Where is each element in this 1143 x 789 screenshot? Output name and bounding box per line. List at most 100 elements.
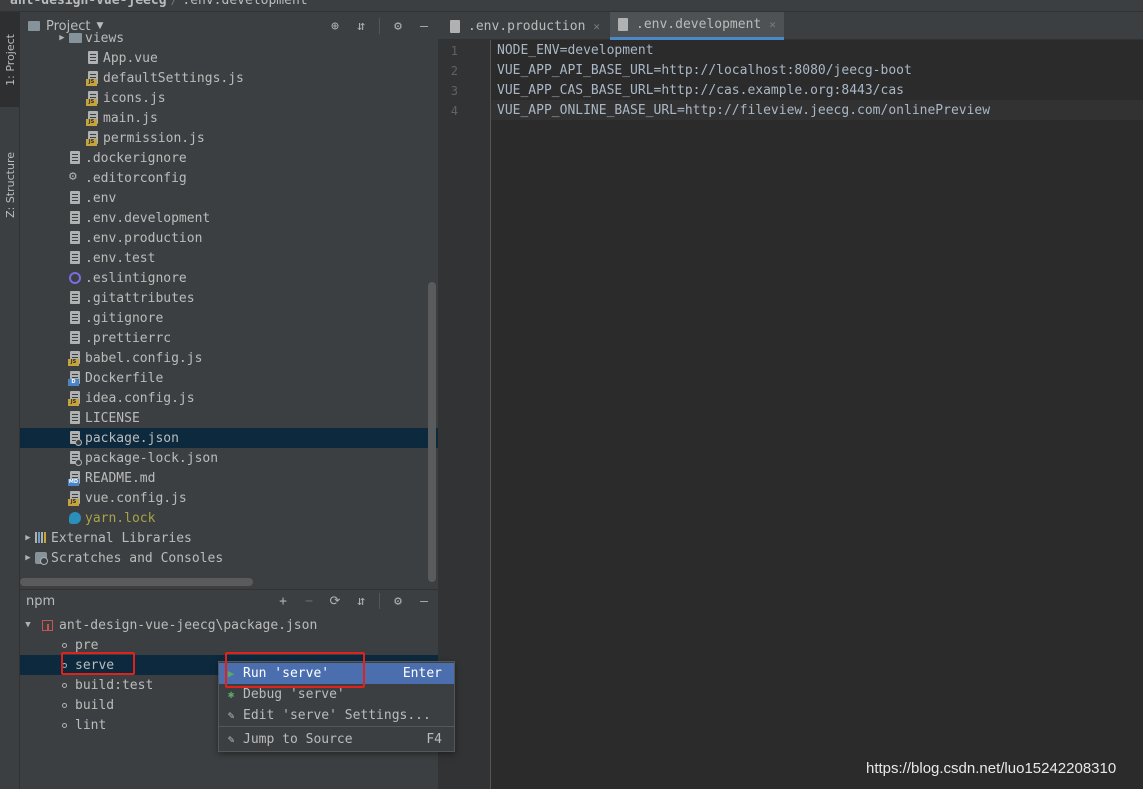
code-line[interactable]: VUE_APP_CAS_BASE_URL=http://cas.example.… [497, 81, 904, 101]
chevron-right-icon[interactable]: ▶ [22, 553, 34, 563]
tree-item[interactable]: .env.production [20, 228, 438, 248]
tree-item[interactable]: JS main.js [20, 108, 438, 128]
tree-item[interactable]: ▶ External Libraries [20, 528, 438, 548]
tree-item-label: .dockerignore [85, 150, 187, 166]
code-line[interactable]: NODE_ENV=development [497, 41, 654, 61]
tree-item[interactable]: package.json [20, 428, 438, 448]
tree-item[interactable]: .gitattributes [20, 288, 438, 308]
json-file-icon [68, 430, 82, 446]
js-file-icon: JS [68, 390, 82, 406]
tab-label: .env.development [636, 17, 762, 32]
close-icon[interactable]: ✕ [593, 20, 600, 33]
tree-item[interactable]: .env [20, 188, 438, 208]
tree-item[interactable]: App.vue [20, 48, 438, 68]
file-icon [618, 18, 628, 31]
tree-item[interactable]: JS defaultSettings.js [20, 68, 438, 88]
file-icon [68, 290, 82, 306]
edit-icon: ✎ [227, 709, 235, 722]
hide-panel-icon[interactable]: — [416, 593, 432, 609]
tree-item[interactable]: LICENSE [20, 408, 438, 428]
add-icon[interactable]: + [275, 593, 291, 609]
tree-item[interactable]: ▶ views [20, 28, 438, 48]
js-file-icon: JS [86, 70, 100, 86]
script-bullet-icon [62, 702, 67, 708]
tree-item-label: .editorconfig [85, 170, 187, 186]
npm-panel-title: npm [26, 593, 56, 609]
scratches-icon [34, 550, 48, 566]
tab-project-tool-window[interactable]: 1: Project [0, 12, 20, 107]
collapse-all-icon[interactable]: ⇵ [353, 593, 369, 609]
gear-icon[interactable]: ⚙ [390, 593, 406, 609]
file-icon [68, 230, 82, 246]
breadcrumb-separator: / [170, 0, 179, 8]
tree-item-label: App.vue [103, 50, 158, 66]
tree-item[interactable]: .eslintignore [20, 268, 438, 288]
js-file-icon: JS [68, 350, 82, 366]
tree-item[interactable]: ▶ Scratches and Consoles [20, 548, 438, 568]
file-icon [68, 330, 82, 346]
tree-item[interactable]: JS idea.config.js [20, 388, 438, 408]
tree-item[interactable]: JS permission.js [20, 128, 438, 148]
refresh-icon[interactable]: ⟳ [327, 593, 343, 609]
tree-item[interactable]: .env.development [20, 208, 438, 228]
menu-item-jump-to-source[interactable]: ✎ Jump to Source F4 [219, 729, 454, 750]
close-icon[interactable]: ✕ [769, 18, 776, 31]
menu-item-edit-settings[interactable]: ✎ Edit 'serve' Settings... [219, 705, 454, 726]
tree-item[interactable]: yarn.lock [20, 508, 438, 528]
code-line[interactable]: VUE_APP_ONLINE_BASE_URL=http://fileview.… [497, 101, 990, 121]
menu-separator [219, 726, 454, 727]
npm-script-label: build:test [75, 677, 154, 693]
tab-project-label: 1: Project [3, 33, 17, 86]
tree-item-label: main.js [103, 110, 158, 126]
npm-package-node[interactable]: ▼ ant-design-vue-jeecg\package.json [20, 615, 438, 635]
tree-item[interactable]: MD README.md [20, 468, 438, 488]
tree-item[interactable]: JS vue.config.js [20, 488, 438, 508]
tree-item-label: yarn.lock [85, 510, 156, 526]
file-icon [68, 250, 82, 266]
tree-item-label: LICENSE [85, 410, 140, 426]
file-icon [450, 19, 460, 33]
navigation-bar: ant-design-vue-jeecg / .env.development [0, 0, 1143, 12]
tree-item-label: Dockerfile [85, 370, 164, 386]
chevron-right-icon[interactable]: ▶ [22, 533, 34, 543]
tab-env-development[interactable]: .env.development ✕ [610, 12, 784, 40]
tree-item[interactable]: JS icons.js [20, 88, 438, 108]
breadcrumb-file[interactable]: .env.development [182, 0, 307, 8]
js-file-icon: JS [86, 130, 100, 146]
tree-item[interactable]: package-lock.json [20, 448, 438, 468]
tree-item[interactable]: D Dockerfile [20, 368, 438, 388]
code-editor[interactable]: NODE_ENV=development VUE_APP_API_BASE_UR… [491, 40, 1143, 789]
tree-item-label: package-lock.json [85, 450, 219, 466]
tree-item[interactable]: ⚙ .editorconfig [20, 168, 438, 188]
code-line[interactable]: VUE_APP_API_BASE_URL=http://localhost:80… [497, 61, 912, 81]
tree-item-label: permission.js [103, 130, 205, 146]
tab-structure-tool-window[interactable]: Z: Structure [0, 130, 20, 240]
eslint-icon [68, 270, 82, 286]
vertical-scrollbar[interactable] [428, 282, 436, 582]
tree-item-label: Scratches and Consoles [51, 550, 224, 566]
tree-item-label: .gitattributes [85, 290, 195, 306]
divider [379, 593, 380, 609]
breadcrumb-project[interactable]: ant-design-vue-jeecg [10, 0, 167, 8]
tree-item[interactable]: .prettierrc [20, 328, 438, 348]
chevron-right-icon[interactable]: ▶ [56, 33, 68, 43]
tree-item-label: vue.config.js [85, 490, 187, 506]
menu-item-label: Debug 'serve' [243, 687, 345, 702]
remove-icon[interactable]: − [301, 593, 317, 609]
tree-item[interactable]: JS babel.config.js [20, 348, 438, 368]
tree-item[interactable]: .dockerignore [20, 148, 438, 168]
tree-item[interactable]: .gitignore [20, 308, 438, 328]
tab-label: .env.production [468, 18, 586, 34]
folder-icon [68, 30, 82, 46]
json-file-icon [68, 450, 82, 466]
debug-icon: ✱ [227, 688, 235, 701]
tree-item-label: .env [85, 190, 117, 206]
file-icon [68, 210, 82, 226]
tree-item[interactable]: .env.test [20, 248, 438, 268]
tab-env-production[interactable]: .env.production ✕ [442, 12, 608, 40]
horizontal-scrollbar[interactable] [20, 578, 253, 586]
docker-file-icon: D [68, 370, 82, 386]
chevron-down-icon[interactable]: ▼ [22, 620, 34, 630]
edit-icon: ✎ [227, 733, 235, 746]
markdown-file-icon: MD [68, 470, 82, 486]
